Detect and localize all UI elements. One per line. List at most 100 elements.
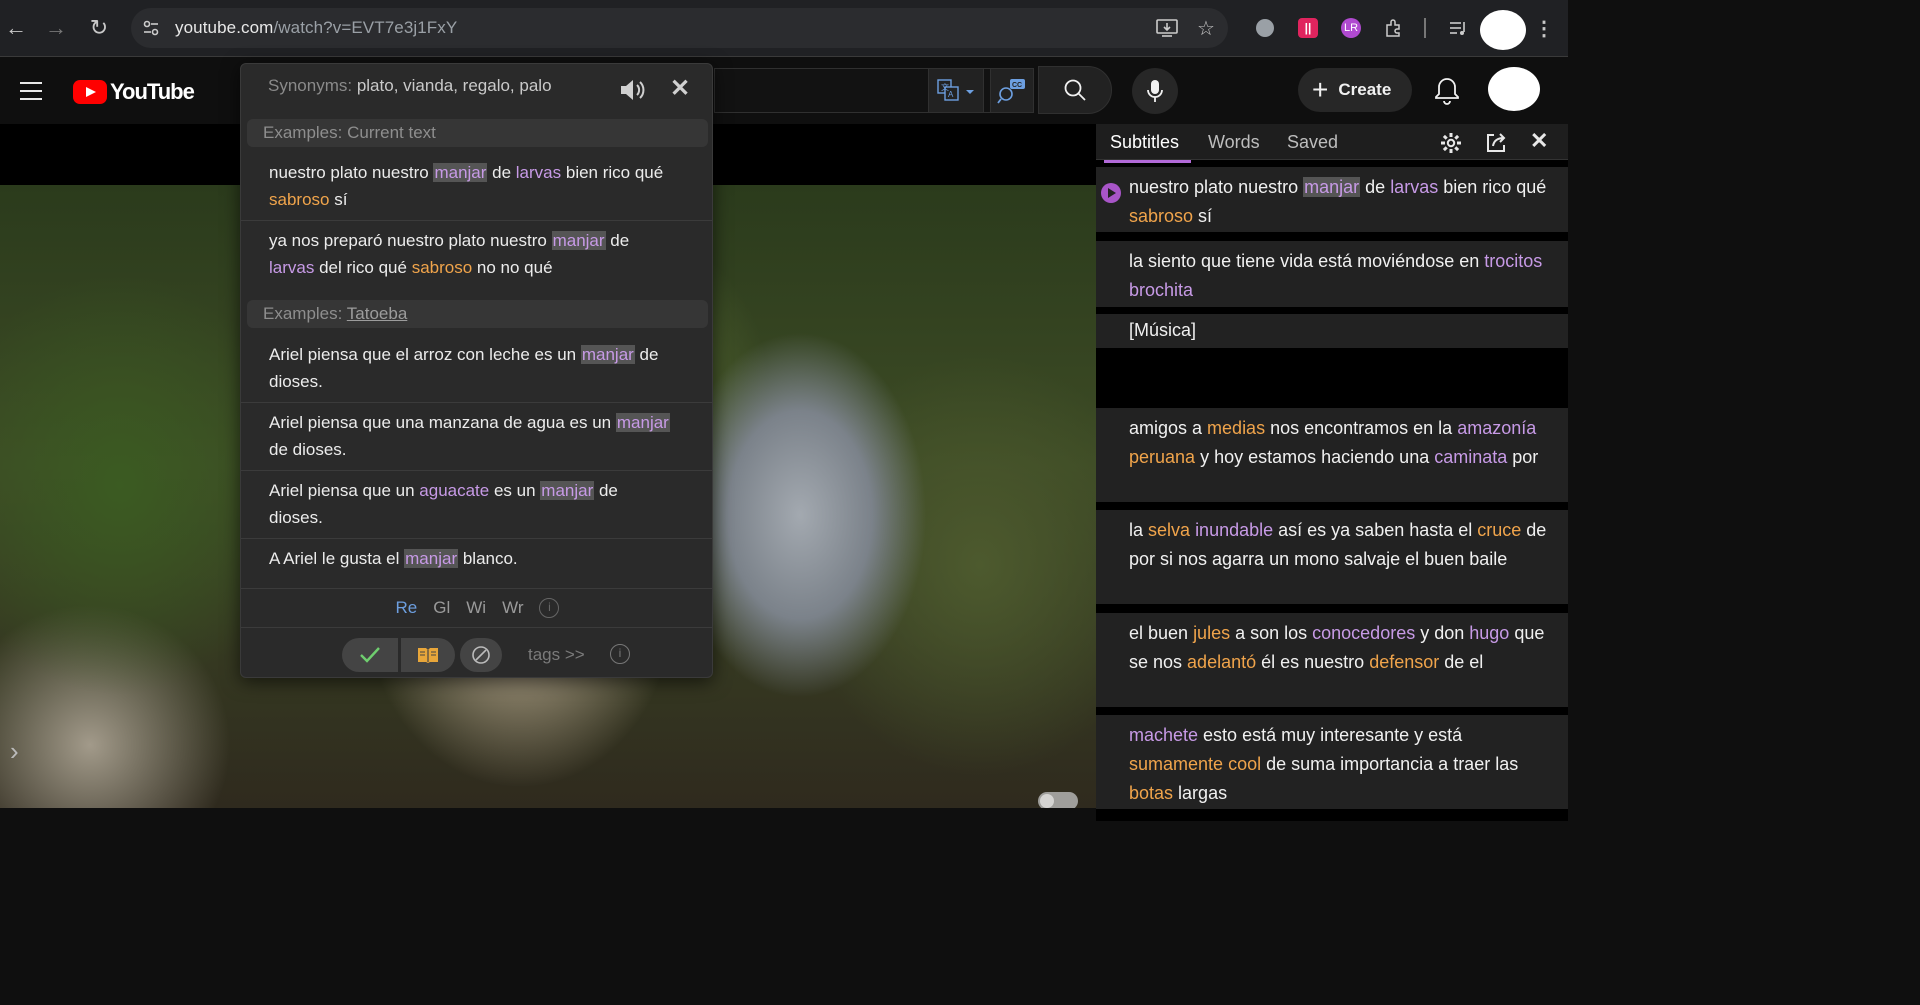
search-input[interactable]	[714, 68, 1034, 113]
known-word-orange[interactable]: selva	[1148, 520, 1190, 540]
autopause-toggle[interactable]: AP	[1038, 792, 1078, 808]
known-word-purple[interactable]: aguacate	[419, 481, 489, 500]
tags-link[interactable]: tags >>	[528, 645, 585, 665]
known-word-purple[interactable]: hugo	[1469, 623, 1509, 643]
highlighted-word[interactable]: manjar	[615, 413, 670, 432]
highlighted-word[interactable]: manjar	[540, 481, 595, 500]
subtitle-line[interactable]: amigos a medias nos encontramos en la am…	[1096, 408, 1568, 502]
text-segment: y don	[1415, 623, 1470, 643]
dict-tab-gl[interactable]: Gl	[433, 598, 450, 618]
highlighted-word[interactable]: manjar	[551, 231, 606, 250]
known-word-purple[interactable]: caminata	[1434, 447, 1507, 467]
mark-learning-button[interactable]	[401, 638, 455, 672]
extension-globe-icon[interactable]	[1253, 16, 1277, 40]
subtitle-line[interactable]: la selva inundable así es ya saben hasta…	[1096, 510, 1568, 604]
extensions-puzzle-icon[interactable]	[1382, 16, 1406, 40]
media-control-icon[interactable]	[1446, 16, 1470, 40]
known-word-orange[interactable]: peruana	[1129, 447, 1195, 467]
export-icon[interactable]	[1485, 132, 1507, 154]
known-word-orange[interactable]: sabroso	[1129, 206, 1193, 226]
address-bar[interactable]: youtube.com/watch?v=EVT7e3j1FxY ☆	[131, 8, 1228, 48]
known-word-purple[interactable]: conocedores	[1312, 623, 1415, 643]
tags-info-icon[interactable]: i	[610, 644, 630, 664]
url-text[interactable]: youtube.com/watch?v=EVT7e3j1FxY	[175, 18, 457, 38]
translate-button[interactable]: 文A	[928, 68, 984, 113]
site-settings-icon[interactable]	[141, 18, 161, 38]
known-word-purple[interactable]: amazonía	[1457, 418, 1536, 438]
mark-known-button[interactable]	[342, 638, 398, 672]
subtitle-line[interactable]: nuestro plato nuestro manjar de larvas b…	[1096, 167, 1568, 232]
search-button[interactable]	[1038, 66, 1112, 114]
known-word-purple[interactable]: machete	[1129, 725, 1198, 745]
highlighted-word[interactable]: manjar	[1303, 177, 1361, 197]
account-avatar[interactable]	[1488, 67, 1540, 111]
known-word-orange[interactable]: adelantó	[1187, 652, 1256, 672]
highlighted-word[interactable]: manjar	[404, 549, 459, 568]
play-line-icon[interactable]	[1101, 183, 1121, 203]
text-segment: y hoy estamos haciendo una	[1195, 447, 1435, 467]
highlighted-word[interactable]: manjar	[580, 345, 635, 364]
tab-words[interactable]: Words	[1208, 132, 1260, 153]
known-word-orange[interactable]: medias	[1207, 418, 1265, 438]
replay-icon[interactable]: ↻	[10, 804, 28, 808]
known-word-orange[interactable]: defensor	[1369, 652, 1439, 672]
tab-saved[interactable]: Saved	[1287, 132, 1338, 153]
create-button[interactable]: + Create	[1298, 68, 1412, 112]
example-item[interactable]: Ariel piensa que un aguacate es un manja…	[269, 477, 674, 531]
youtube-logo[interactable]: YouTube	[73, 79, 195, 105]
profile-avatar[interactable]	[1480, 10, 1526, 50]
subtitle-line[interactable]: el buen jules a son los conocedores y do…	[1096, 613, 1568, 707]
close-panel-icon[interactable]: ✕	[1530, 128, 1548, 154]
text-segment: el buen	[1129, 623, 1194, 643]
close-icon[interactable]: ✕	[670, 74, 690, 103]
known-word-purple[interactable]: larvas	[269, 258, 314, 277]
bookmark-star-icon[interactable]: ☆	[1194, 16, 1218, 40]
known-word-purple[interactable]: inundable	[1195, 520, 1273, 540]
subtitle-search-button[interactable]: CC	[990, 68, 1034, 113]
notifications-bell-icon[interactable]	[1432, 76, 1462, 106]
known-word-orange[interactable]: sabroso	[412, 258, 472, 277]
voice-search-button[interactable]	[1132, 68, 1178, 114]
subtitle-line[interactable]: machete esto está muy interesante y está…	[1096, 715, 1568, 809]
dict-tab-wr[interactable]: Wr	[502, 598, 523, 618]
speaker-icon[interactable]	[619, 78, 647, 102]
svg-text:CC: CC	[1012, 82, 1022, 89]
install-app-icon[interactable]	[1155, 16, 1179, 40]
subtitle-line[interactable]: la siento que tiene vida está moviéndose…	[1096, 241, 1568, 307]
tab-subtitles[interactable]: Subtitles	[1103, 132, 1192, 163]
subtitle-line[interactable]: [Música]	[1096, 314, 1568, 348]
text-segment: no no qué	[472, 258, 553, 277]
known-word-orange[interactable]: cruce	[1477, 520, 1521, 540]
subtitle-text: la selva inundable así es ya saben hasta…	[1129, 520, 1546, 569]
known-word-orange[interactable]: sumamente	[1129, 754, 1223, 774]
example-item[interactable]: Ariel piensa que el arroz con leche es u…	[269, 341, 674, 395]
chevron-right-icon[interactable]: ›	[10, 736, 19, 767]
example-item[interactable]: ya nos preparó nuestro plato nuestro man…	[269, 227, 674, 281]
browser-menu-icon[interactable]: ⋮	[1532, 16, 1556, 40]
menu-icon[interactable]	[20, 82, 42, 100]
example-item[interactable]: Ariel piensa que una manzana de agua es …	[269, 409, 674, 463]
known-word-purple[interactable]: larvas	[1390, 177, 1438, 197]
known-word-orange[interactable]: jules	[1193, 623, 1230, 643]
highlighted-word[interactable]: manjar	[433, 163, 488, 182]
example-item[interactable]: nuestro plato nuestro manjar de larvas b…	[269, 159, 674, 213]
known-word-orange[interactable]: cool	[1228, 754, 1261, 774]
tatoeba-link[interactable]: Tatoeba	[347, 304, 408, 323]
panel-tabs: Subtitles Words Saved ✕	[1096, 124, 1568, 163]
example-item[interactable]: A Ariel le gusta el manjar blanco.	[269, 545, 674, 572]
synonyms-value: plato, vianda, regalo, palo	[356, 76, 552, 95]
extension-purple-icon[interactable]: LR	[1339, 16, 1363, 40]
reload-icon[interactable]: ↻	[85, 14, 113, 42]
dict-tab-wi[interactable]: Wi	[466, 598, 486, 618]
forward-icon[interactable]: →	[42, 14, 70, 42]
known-word-orange[interactable]: sabroso	[269, 190, 329, 209]
dict-info-icon[interactable]: i	[539, 597, 560, 618]
extension-red-icon[interactable]: ||	[1296, 16, 1320, 40]
known-word-purple[interactable]: larvas	[516, 163, 561, 182]
dict-tab-re[interactable]: Re	[396, 598, 418, 618]
gear-icon[interactable]	[1440, 132, 1462, 154]
known-word-orange[interactable]: botas	[1129, 783, 1173, 803]
subtitle-text: nuestro plato nuestro manjar de larvas b…	[1129, 177, 1546, 226]
back-icon[interactable]: ←	[2, 14, 30, 42]
ignore-button[interactable]	[460, 638, 502, 672]
